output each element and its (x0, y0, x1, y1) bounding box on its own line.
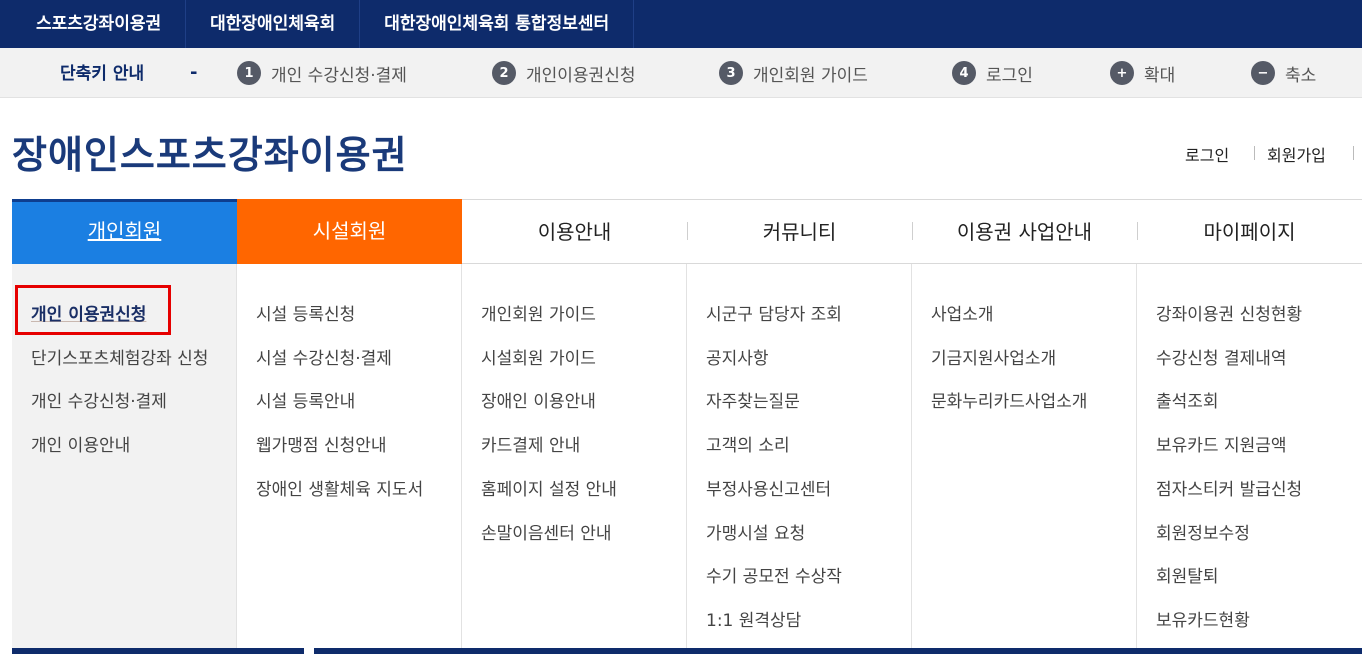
shortcut-item-login[interactable]: 4 로그인 (952, 48, 1033, 98)
zoom-out-icon: − (1251, 61, 1275, 85)
shortcut-item-course-payment[interactable]: 1 개인 수강신청·결제 (237, 48, 407, 98)
shortcut-key-1-icon: 1 (237, 61, 261, 85)
menu-personal-voucher-apply[interactable]: 개인 이용권신청 (31, 300, 146, 325)
menu-short-term-course-apply[interactable]: 단기스포츠체험강좌 신청 (31, 344, 208, 369)
menu-sports-instructor[interactable]: 장애인 생활체육 지도서 (256, 475, 423, 500)
gnb-personal-member[interactable]: 개인회원 (12, 199, 237, 264)
menu-attendance[interactable]: 출석조회 (1156, 387, 1219, 412)
menu-personal-course-payment[interactable]: 개인 수강신청·결제 (31, 387, 167, 412)
gnb-voucher-business[interactable]: 이용권 사업안내 (912, 200, 1137, 264)
menu-voucher-apply-status[interactable]: 강좌이용권 신청현황 (1156, 300, 1302, 325)
shortcut-item-voucher-apply[interactable]: 2 개인이용권신청 (492, 48, 635, 98)
shortcut-label: 개인회원 가이드 (753, 65, 868, 86)
menu-essay-contest-winners[interactable]: 수기 공모전 수상작 (706, 562, 842, 587)
menu-withdraw[interactable]: 회원탈퇴 (1156, 562, 1219, 587)
mega-col-mypage: 강좌이용권 신청현황 수강신청 결제내역 출석조회 보유카드 지원금액 점자스티… (1137, 264, 1362, 648)
menu-homepage-settings-guide[interactable]: 홈페이지 설정 안내 (481, 475, 617, 500)
gnb-facility-member[interactable]: 시설회원 (237, 199, 462, 264)
menu-culture-card-intro[interactable]: 문화누리카드사업소개 (931, 387, 1087, 412)
mega-col-community: 시군구 담당자 조회 공지사항 자주찾는질문 고객의 소리 부정사용신고센터 가… (687, 264, 912, 648)
mega-col-facility: 시설 등록신청 시설 수강신청·결제 시설 등록안내 웹가맹점 신청안내 장애인… (237, 264, 462, 648)
shortcut-label: 로그인 (986, 65, 1033, 86)
util-divider (1254, 146, 1255, 160)
topbar-link-kpc[interactable]: 대한장애인체육회 (186, 0, 361, 48)
shortcut-item-zoom-in[interactable]: + 확대 (1110, 48, 1175, 98)
shortcut-item-member-guide[interactable]: 3 개인회원 가이드 (719, 48, 868, 98)
menu-business-intro[interactable]: 사업소개 (931, 300, 994, 325)
topbar-link-info-center[interactable]: 대한장애인체육회 통합정보센터 (360, 0, 635, 48)
shortcut-label: 확대 (1144, 65, 1176, 86)
gnb-community[interactable]: 커뮤니티 (687, 200, 912, 264)
menu-customer-voice[interactable]: 고객의 소리 (706, 431, 790, 456)
util-divider (1353, 146, 1354, 160)
menu-notice[interactable]: 공지사항 (706, 344, 769, 369)
shortcut-key-3-icon: 3 (719, 61, 743, 85)
shortcut-label: 개인이용권신청 (526, 65, 636, 86)
shortcut-label: 개인 수강신청·결제 (271, 65, 407, 86)
menu-facility-request[interactable]: 가맹시설 요청 (706, 519, 805, 544)
menu-faq[interactable]: 자주찾는질문 (706, 387, 800, 412)
main-navigation: 개인회원 시설회원 이용안내 커뮤니티 이용권 사업안내 마이페이지 (12, 199, 1362, 264)
login-link[interactable]: 로그인 (1185, 142, 1229, 166)
top-site-bar: 스포츠강좌이용권 대한장애인체육회 대한장애인체육회 통합정보센터 (0, 0, 1362, 48)
menu-facility-register[interactable]: 시설 등록신청 (256, 300, 355, 325)
signup-link[interactable]: 회원가입 (1267, 142, 1326, 166)
shortcut-item-zoom-out[interactable]: − 축소 (1251, 48, 1316, 98)
gnb-usage-guide[interactable]: 이용안내 (462, 200, 687, 264)
menu-owned-cards[interactable]: 보유카드현황 (1156, 606, 1250, 631)
mega-col-usage: 개인회원 가이드 시설회원 가이드 장애인 이용안내 카드결제 안내 홈페이지 … (462, 264, 687, 648)
shortcut-label: 축소 (1285, 65, 1317, 86)
menu-fund-support-intro[interactable]: 기금지원사업소개 (931, 344, 1056, 369)
footer-edge (12, 648, 1362, 654)
mega-menu: 개인 이용권신청 단기스포츠체험강좌 신청 개인 수강신청·결제 개인 이용안내… (12, 264, 1362, 648)
menu-edit-profile[interactable]: 회원정보수정 (1156, 519, 1250, 544)
gnb-mypage[interactable]: 마이페이지 (1137, 200, 1362, 264)
shortcut-key-2-icon: 2 (492, 61, 516, 85)
menu-local-manager-search[interactable]: 시군구 담당자 조회 (706, 300, 842, 325)
menu-web-merchant-guide[interactable]: 웹가맹점 신청안내 (256, 431, 387, 456)
mega-col-personal: 개인 이용권신청 단기스포츠체험강좌 신청 개인 수강신청·결제 개인 이용안내 (12, 264, 237, 648)
menu-personal-member-guide[interactable]: 개인회원 가이드 (481, 300, 596, 325)
menu-payment-history[interactable]: 수강신청 결제내역 (1156, 344, 1287, 369)
menu-fraud-report-center[interactable]: 부정사용신고센터 (706, 475, 831, 500)
shortcut-bar: 단축키 안내 - 1 개인 수강신청·결제 2 개인이용권신청 3 개인회원 가… (0, 48, 1362, 98)
shortcut-key-4-icon: 4 (952, 61, 976, 85)
mega-col-business: 사업소개 기금지원사업소개 문화누리카드사업소개 (912, 264, 1137, 648)
menu-card-balance[interactable]: 보유카드 지원금액 (1156, 431, 1287, 456)
zoom-in-icon: + (1110, 61, 1134, 85)
menu-facility-course-payment[interactable]: 시설 수강신청·결제 (256, 344, 392, 369)
menu-personal-usage-guide[interactable]: 개인 이용안내 (31, 431, 130, 456)
menu-card-payment-guide[interactable]: 카드결제 안내 (481, 431, 580, 456)
menu-facility-register-guide[interactable]: 시설 등록안내 (256, 387, 355, 412)
shortcut-title: 단축키 안내 (60, 64, 145, 84)
menu-relay-center-guide[interactable]: 손말이음센터 안내 (481, 519, 612, 544)
menu-disabled-usage-guide[interactable]: 장애인 이용안내 (481, 387, 596, 412)
menu-remote-consult[interactable]: 1:1 원격상담 (706, 606, 801, 631)
shortcut-dash: - (190, 62, 198, 83)
site-logo[interactable]: 장애인스포츠강좌이용권 (12, 124, 408, 179)
menu-braille-sticker-apply[interactable]: 점자스티커 발급신청 (1156, 475, 1302, 500)
topbar-link-sports-voucher[interactable]: 스포츠강좌이용권 (0, 0, 187, 48)
menu-facility-member-guide[interactable]: 시설회원 가이드 (481, 344, 596, 369)
